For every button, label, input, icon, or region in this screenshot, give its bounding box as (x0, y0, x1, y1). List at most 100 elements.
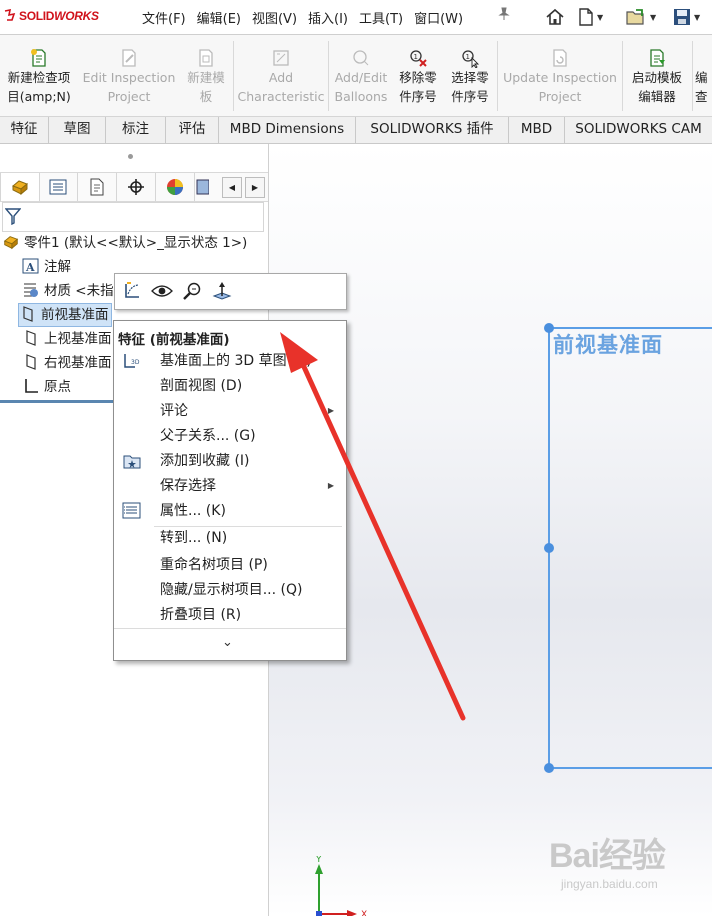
menu-item-rename-tree-item[interactable]: 重命名树项目 (P) (114, 553, 346, 577)
menu-item-properties[interactable]: 属性... (K) (114, 499, 346, 523)
tab-features[interactable]: 特征 (0, 117, 49, 143)
plane-handle[interactable] (544, 323, 554, 333)
context-menu-title: 特征 (前视基准面) (118, 332, 230, 348)
open-dropdown-icon[interactable]: ▼ (650, 13, 656, 22)
launch-template-editor-button[interactable]: 启动模板 编辑器 (625, 35, 689, 116)
menu-item-3d-sketch-on-plane[interactable]: 3D 基准面上的 3D 草图 (C) (114, 349, 346, 373)
tree-root-part[interactable]: 零件1 (默认<<默认>_显示状态 1>) (2, 232, 247, 254)
menu-tools[interactable]: 工具(T) (359, 8, 403, 27)
save-dropdown-icon[interactable]: ▼ (694, 13, 700, 22)
menu-view[interactable]: 视图(V) (252, 8, 297, 27)
tab-mbd-dimensions[interactable]: MBD Dimensions (219, 117, 356, 143)
material-icon (24, 283, 38, 297)
new-dropdown-icon[interactable]: ▼ (597, 13, 603, 22)
menu-item-go-to[interactable]: 转到... (N) (114, 526, 346, 550)
truncated-command-button[interactable]: 编 查 (695, 35, 712, 116)
command-label: 件序号 (451, 89, 489, 104)
menu-window[interactable]: 窗口(W) (414, 8, 463, 27)
select-balloon-button[interactable]: 1 选择零 件序号 (445, 35, 495, 116)
plane-handle[interactable] (544, 543, 554, 553)
extra-tab-icon[interactable] (195, 173, 217, 201)
tree-item-top-plane[interactable]: 上视基准面 (22, 328, 112, 350)
update-inspection-project-button[interactable]: Update Inspection Project (500, 35, 620, 116)
menu-item-section-view[interactable]: 剖面视图 (D) (114, 374, 346, 398)
pin-icon[interactable] (498, 7, 510, 25)
command-label: 查 (695, 89, 708, 104)
menu-item-label: 转到... (N) (160, 530, 228, 546)
tab-sketch[interactable]: 草图 (49, 117, 106, 143)
menu-edit[interactable]: 编辑(E) (197, 8, 241, 27)
remove-balloon-button[interactable]: 1 移除零 件序号 (393, 35, 443, 116)
command-label: 件序号 (399, 89, 437, 104)
tree-item-annotations[interactable]: A 注解 (22, 256, 71, 278)
tree-item-label: 前视基准面 (41, 307, 109, 323)
edit-inspection-project-button[interactable]: Edit Inspection Project (80, 35, 178, 116)
tree-item-origin[interactable]: 原点 (22, 376, 71, 398)
tree-item-label: 注解 (44, 259, 71, 275)
menu-item-save-selection[interactable]: 保存选择 ▶ (114, 474, 346, 498)
featuremanager-tab-icon[interactable] (0, 173, 40, 201)
edit-inspection-icon (80, 46, 178, 68)
balloons-icon (331, 46, 391, 68)
menu-item-comment[interactable]: 评论 ▶ (114, 399, 346, 423)
tree-item-front-plane[interactable]: 前视基准面 (18, 303, 112, 327)
sketch-icon[interactable] (121, 281, 143, 301)
tree-item-label: 材质 <未指 (44, 283, 114, 299)
filter-icon[interactable] (5, 208, 21, 225)
watermark-text: Bai经验 (549, 837, 666, 875)
solidworks-logo[interactable]: SOLIDWORKS (4, 9, 99, 23)
menu-insert[interactable]: 插入(I) (308, 8, 348, 27)
command-manager: 新建检查项 目(amp;N) Edit Inspection Project 新… (0, 35, 712, 117)
command-label: 移除零 (399, 70, 437, 85)
front-plane-outline[interactable] (548, 327, 712, 769)
add-characteristic-button[interactable]: Add Characteristic (236, 35, 326, 116)
tree-item-right-plane[interactable]: 右视基准面 (22, 352, 112, 374)
open-folder-icon[interactable]: ▼ (625, 4, 656, 30)
annotation-icon: A (22, 258, 39, 274)
new-inspection-icon (0, 46, 78, 68)
dimxpert-tab-icon[interactable] (117, 173, 156, 201)
show-hide-eye-icon[interactable] (151, 281, 173, 301)
normal-to-icon[interactable] (211, 281, 233, 301)
tab-evaluate[interactable]: 评估 (166, 117, 219, 143)
scroll-right-icon[interactable]: ▶ (245, 177, 265, 198)
menu-item-add-to-favorites[interactable]: 添加到收藏 (I) (114, 449, 346, 473)
menu-item-parent-child[interactable]: 父子关系... (G) (114, 424, 346, 448)
triad-y-label: Y (315, 856, 322, 865)
tab-markup[interactable]: 标注 (106, 117, 166, 143)
configurationmanager-tab-icon[interactable] (78, 173, 117, 201)
reference-triad-icon: Y X (315, 856, 367, 916)
save-icon[interactable]: ▼ (673, 4, 700, 30)
new-inspection-project-button[interactable]: 新建检查项 目(amp;N) (0, 35, 78, 116)
display-manager-tab-icon[interactable] (156, 173, 195, 201)
scroll-left-icon[interactable]: ◀ (222, 177, 242, 198)
menu-item-label: 添加到收藏 (I) (160, 453, 250, 469)
home-icon[interactable] (545, 4, 565, 30)
propertymanager-tab-icon[interactable] (39, 173, 78, 201)
menu-item-collapse-items[interactable]: 折叠项目 (R) (114, 603, 346, 627)
zoom-to-selection-icon[interactable] (181, 281, 203, 301)
command-label: 板 (199, 89, 213, 104)
3d-sketch-icon: 3D (124, 354, 140, 368)
tree-filter-input[interactable] (2, 202, 264, 232)
command-label: Project (107, 89, 151, 104)
tab-mbd[interactable]: MBD (509, 117, 565, 143)
plane-handle[interactable] (544, 763, 554, 773)
new-document-icon[interactable]: ▼ (578, 4, 603, 30)
tree-item-material[interactable]: 材质 <未指 (22, 280, 114, 302)
tab-solidworks-cam[interactable]: SOLIDWORKS CAM (565, 117, 712, 143)
expand-menu-chevron-icon[interactable]: ⌄ (222, 635, 233, 650)
panel-grip-icon[interactable] (128, 154, 133, 159)
menu-item-hide-show-tree-items[interactable]: 隐藏/显示树项目... (Q) (114, 578, 346, 602)
svg-text:3D: 3D (131, 359, 140, 366)
menu-items: 文件(F) 编辑(E) 视图(V) 插入(I) 工具(T) 窗口(W) (142, 8, 474, 27)
new-template-button[interactable]: 新建模 板 (180, 35, 232, 116)
tree-root-label: 零件1 (默认<<默认>_显示状态 1>) (24, 235, 248, 251)
plane-label: 前视基准面 (553, 333, 663, 357)
menu-item-label: 父子关系... (G) (160, 428, 256, 444)
add-edit-balloons-button[interactable]: Add/Edit Balloons (331, 35, 391, 116)
tab-solidworks-addins[interactable]: SOLIDWORKS 插件 (356, 117, 509, 143)
command-label: 新建模 (187, 70, 225, 85)
truncated-icon (695, 46, 712, 68)
menu-file[interactable]: 文件(F) (142, 8, 186, 27)
